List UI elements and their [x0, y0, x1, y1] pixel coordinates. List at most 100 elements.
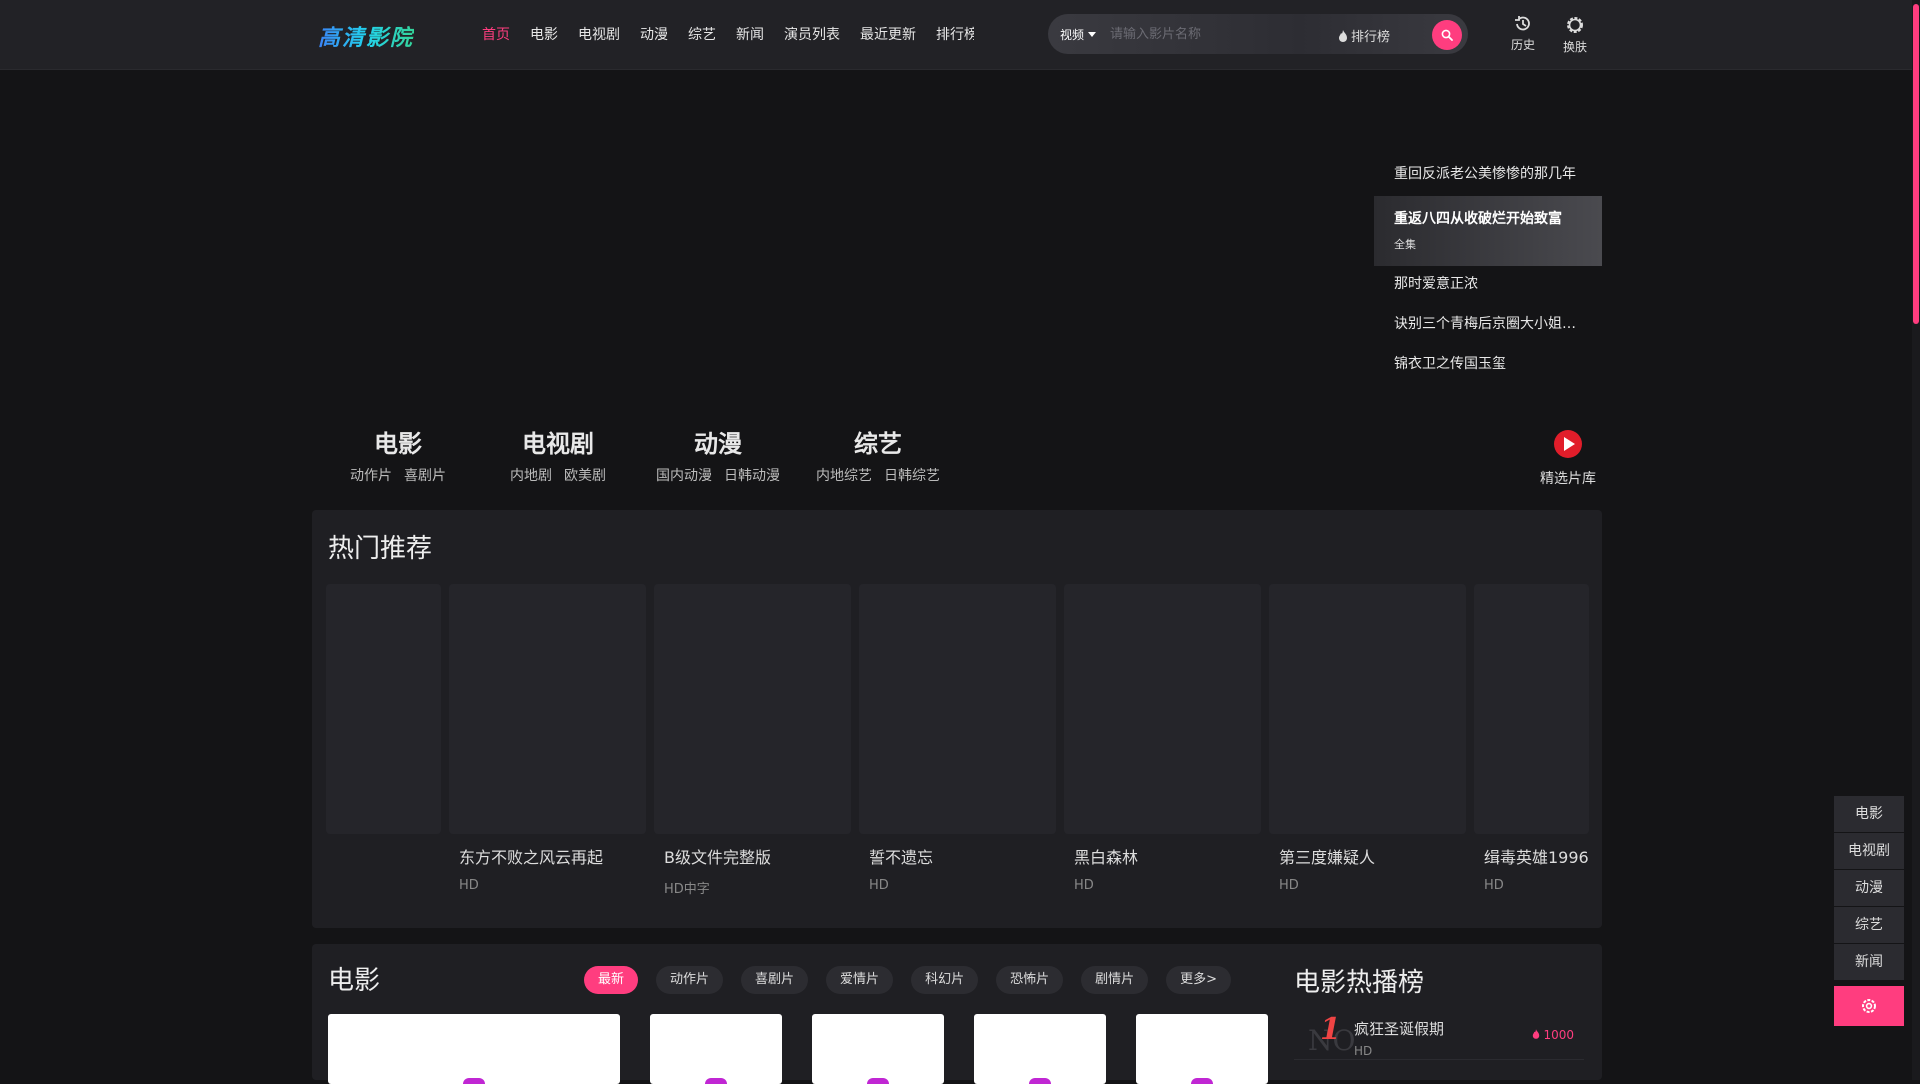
movie-card[interactable]: 黑白森林 HD: [1064, 584, 1261, 897]
section-title: 电影: [328, 966, 381, 996]
main-nav: 首页 电影 电视剧 动漫 综艺 新闻 演员列表 最近更新 排行榜: [482, 24, 974, 44]
movie-card[interactable]: [326, 584, 441, 897]
movie-card[interactable]: 第三度嫌疑人 HD: [1269, 584, 1466, 897]
nav-item-news[interactable]: 新闻: [736, 24, 764, 44]
search-button[interactable]: [1432, 20, 1462, 50]
movie-thumbnail[interactable]: [974, 1014, 1106, 1084]
movie-poster[interactable]: [1064, 584, 1261, 834]
movie-title[interactable]: 黑白森林: [1064, 844, 1261, 868]
skin-label: 换肤: [1562, 40, 1587, 54]
category-shortcuts: 电影 动作片 喜剧片 电视剧 内地剧 欧美剧 动漫 国内动漫 日韩动漫 综艺 内地综艺…: [318, 424, 958, 485]
movie-thumbnail[interactable]: [1136, 1014, 1268, 1084]
history-button[interactable]: 历史: [1503, 14, 1543, 53]
movie-thumbnail[interactable]: [812, 1014, 944, 1084]
side-nav-anime[interactable]: 动漫: [1834, 870, 1904, 906]
page-scrollbar[interactable]: [1912, 0, 1920, 1080]
movie-title[interactable]: 誓不遗忘: [859, 844, 1056, 868]
search-rank-link[interactable]: 排行榜: [1338, 26, 1390, 45]
movie-thumbnail[interactable]: [328, 1014, 620, 1084]
banner-item[interactable]: 锦衣卫之传国玉玺: [1374, 346, 1602, 386]
banner-item-active[interactable]: 重返八四从收破烂开始致富 全集: [1374, 196, 1602, 266]
logo-icon: [463, 1078, 485, 1084]
gear-icon: [1862, 999, 1876, 1013]
gear-icon: [1567, 17, 1583, 33]
movie-poster[interactable]: [654, 584, 851, 834]
movie-card[interactable]: B级文件完整版 HD中字: [654, 584, 851, 897]
movie-title[interactable]: 缉毒英雄1996: [1474, 844, 1589, 868]
nav-item-movies[interactable]: 电影: [530, 24, 558, 44]
nav-item-tv[interactable]: 电视剧: [578, 24, 620, 44]
heat-number: 1000: [1543, 1028, 1574, 1042]
banner-item[interactable]: 诀别三个青梅后京圈大小姐…: [1374, 306, 1602, 346]
filter-chip[interactable]: 喜剧片: [741, 966, 809, 994]
category-sub-link[interactable]: 喜剧片: [404, 465, 446, 485]
search-input[interactable]: [1108, 25, 1329, 43]
filter-chip-latest[interactable]: 最新: [584, 966, 639, 994]
nav-item-recent[interactable]: 最近更新: [860, 24, 916, 44]
hot-chart-row[interactable]: NO 1 疯狂圣诞假期 HD 1000: [1294, 1010, 1584, 1060]
category-title[interactable]: 综艺: [798, 424, 958, 459]
movie-title[interactable]: 东方不败之风云再起: [449, 844, 646, 868]
search-category-select[interactable]: 视频: [1060, 26, 1097, 43]
side-nav-variety[interactable]: 综艺: [1834, 907, 1904, 943]
nav-item-actors[interactable]: 演员列表: [784, 24, 840, 44]
filter-chip-more[interactable]: 更多>: [1166, 966, 1232, 994]
movie-card[interactable]: 誓不遗忘 HD: [859, 584, 1056, 897]
movie-quality: HD: [1074, 878, 1094, 893]
featured-library-link[interactable]: 精选片库: [1538, 430, 1598, 488]
movie-poster[interactable]: [449, 584, 646, 834]
movie-filter-chips: 最新 动作片 喜剧片 爱情片 科幻片 恐怖片 剧情片 更多>: [584, 966, 1232, 994]
category-tv: 电视剧 内地剧 欧美剧: [478, 424, 638, 485]
movie-poster[interactable]: [859, 584, 1056, 834]
filter-chip[interactable]: 动作片: [656, 966, 724, 994]
movie-title[interactable]: B级文件完整版: [654, 844, 851, 868]
category-sub-link[interactable]: 动作片: [350, 465, 392, 485]
movie-poster[interactable]: [1269, 584, 1466, 834]
scrollbar-thumb[interactable]: [1913, 4, 1919, 324]
banner-item-subtitle: 全集: [1394, 238, 1416, 251]
hot-recommend-panel: 热门推荐 东方不败之风云再起 HD B级文件完整版 HD中字 誓不遗忘 HD 黑…: [312, 510, 1602, 928]
nav-item-home[interactable]: 首页: [482, 24, 510, 44]
side-nav-tv[interactable]: 电视剧: [1834, 833, 1904, 869]
chevron-down-icon: [1088, 31, 1097, 37]
category-sub-link[interactable]: 国内动漫: [656, 465, 712, 485]
category-movies: 电影 动作片 喜剧片: [318, 424, 478, 485]
search-icon: [1441, 29, 1453, 41]
skin-button[interactable]: 换肤: [1555, 14, 1595, 55]
category-sub-link[interactable]: 日韩动漫: [724, 465, 780, 485]
hot-movie-title[interactable]: 疯狂圣诞假期: [1354, 1018, 1444, 1039]
movie-card[interactable]: 东方不败之风云再起 HD: [449, 584, 646, 897]
section-title: 热门推荐: [328, 534, 433, 564]
hot-chart-title: 电影热播榜: [1294, 968, 1425, 998]
category-sub-link[interactable]: 欧美剧: [564, 465, 606, 485]
filter-chip[interactable]: 恐怖片: [996, 966, 1064, 994]
recommend-cards: 东方不败之风云再起 HD B级文件完整版 HD中字 誓不遗忘 HD 黑白森林 H…: [326, 584, 1589, 897]
filter-chip[interactable]: 科幻片: [911, 966, 979, 994]
filter-chip[interactable]: 剧情片: [1081, 966, 1149, 994]
side-nav-news[interactable]: 新闻: [1834, 944, 1904, 980]
movie-title[interactable]: 第三度嫌疑人: [1269, 844, 1466, 868]
side-nav-movies[interactable]: 电影: [1834, 796, 1904, 832]
movie-card[interactable]: 缉毒英雄1996 HD: [1474, 584, 1589, 897]
nav-item-anime[interactable]: 动漫: [640, 24, 668, 44]
history-icon: [1515, 16, 1530, 31]
banner-item[interactable]: 重回反派老公美惨惨的那几年: [1374, 156, 1602, 196]
nav-item-ranking[interactable]: 排行榜: [936, 24, 974, 44]
banner-item[interactable]: 那时爱意正浓: [1374, 266, 1602, 306]
movie-poster[interactable]: [1474, 584, 1589, 834]
category-variety: 综艺 内地综艺 日韩综艺: [798, 424, 958, 485]
logo-icon: [867, 1078, 889, 1084]
category-sub-link[interactable]: 日韩综艺: [884, 465, 940, 485]
category-title[interactable]: 动漫: [638, 424, 798, 459]
category-sub-link[interactable]: 内地综艺: [816, 465, 872, 485]
movie-poster[interactable]: [326, 584, 441, 834]
category-title[interactable]: 电视剧: [478, 424, 638, 459]
movie-quality: HD: [459, 878, 479, 893]
movie-thumbnail[interactable]: [650, 1014, 782, 1084]
settings-button[interactable]: [1834, 986, 1904, 1026]
site-logo[interactable]: 高清影院: [318, 20, 414, 52]
nav-item-variety[interactable]: 综艺: [688, 24, 716, 44]
filter-chip[interactable]: 爱情片: [826, 966, 894, 994]
category-title[interactable]: 电影: [318, 424, 478, 459]
category-sub-link[interactable]: 内地剧: [510, 465, 552, 485]
